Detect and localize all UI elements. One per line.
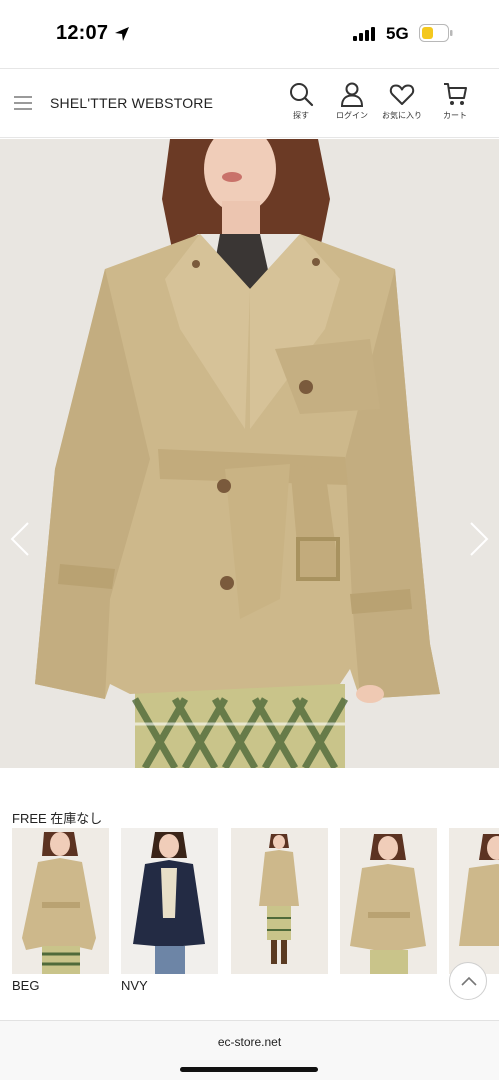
color-thumb-beg[interactable] <box>12 828 109 974</box>
cart-label: カート <box>443 111 467 120</box>
user-icon <box>340 82 364 107</box>
site-header: SHEL'TTER WEBSTORE 探す ログイン お気に入り カート <box>0 68 499 138</box>
login-button[interactable]: ログイン <box>327 81 377 127</box>
signal-icon <box>353 27 375 41</box>
search-icon <box>290 83 314 107</box>
chevron-up-icon <box>461 976 477 986</box>
favorites-button[interactable]: お気に入り <box>377 81 427 127</box>
next-image-arrow[interactable] <box>467 519 491 559</box>
scroll-to-top-button[interactable] <box>449 962 487 1000</box>
color-thumb-5[interactable] <box>449 828 499 974</box>
color-label-nvy: NVY <box>121 978 148 993</box>
size-stock-status: FREE 在庫なし <box>12 811 103 826</box>
color-thumb-3[interactable] <box>231 828 328 974</box>
favorites-label: お気に入り <box>382 111 422 120</box>
thumb-photo-4 <box>340 828 437 974</box>
previous-image-arrow[interactable] <box>8 519 32 559</box>
status-time: 12:07 <box>56 22 109 44</box>
color-thumb-nvy[interactable] <box>121 828 218 974</box>
home-indicator <box>180 1067 318 1072</box>
cart-button[interactable]: カート <box>430 81 480 127</box>
thumb-photo-beg <box>12 828 109 974</box>
search-label: 探す <box>293 111 309 120</box>
cart-icon <box>444 83 467 105</box>
login-label: ログイン <box>336 111 368 120</box>
color-thumbnail-strip <box>12 828 499 974</box>
thumb-photo-3 <box>231 828 328 974</box>
product-photo <box>0 139 499 768</box>
menu-icon[interactable] <box>14 96 32 110</box>
search-button[interactable]: 探す <box>276 81 326 127</box>
battery-icon <box>419 24 453 42</box>
product-main-image[interactable] <box>0 139 499 768</box>
network-label: 5G <box>386 24 409 43</box>
heart-icon <box>389 84 415 105</box>
thumb-photo-5 <box>449 828 499 974</box>
thumb-photo-nvy <box>121 828 218 974</box>
browser-address-bar[interactable]: ec-store.net <box>0 1020 499 1080</box>
color-thumb-4[interactable] <box>340 828 437 974</box>
location-arrow-icon <box>115 27 129 41</box>
color-label-beg: BEG <box>12 978 40 993</box>
status-bar: 12:07 5G <box>0 0 499 68</box>
url-text[interactable]: ec-store.net <box>0 1035 499 1049</box>
brand-logo[interactable]: SHEL'TTER WEBSTORE <box>50 95 213 111</box>
